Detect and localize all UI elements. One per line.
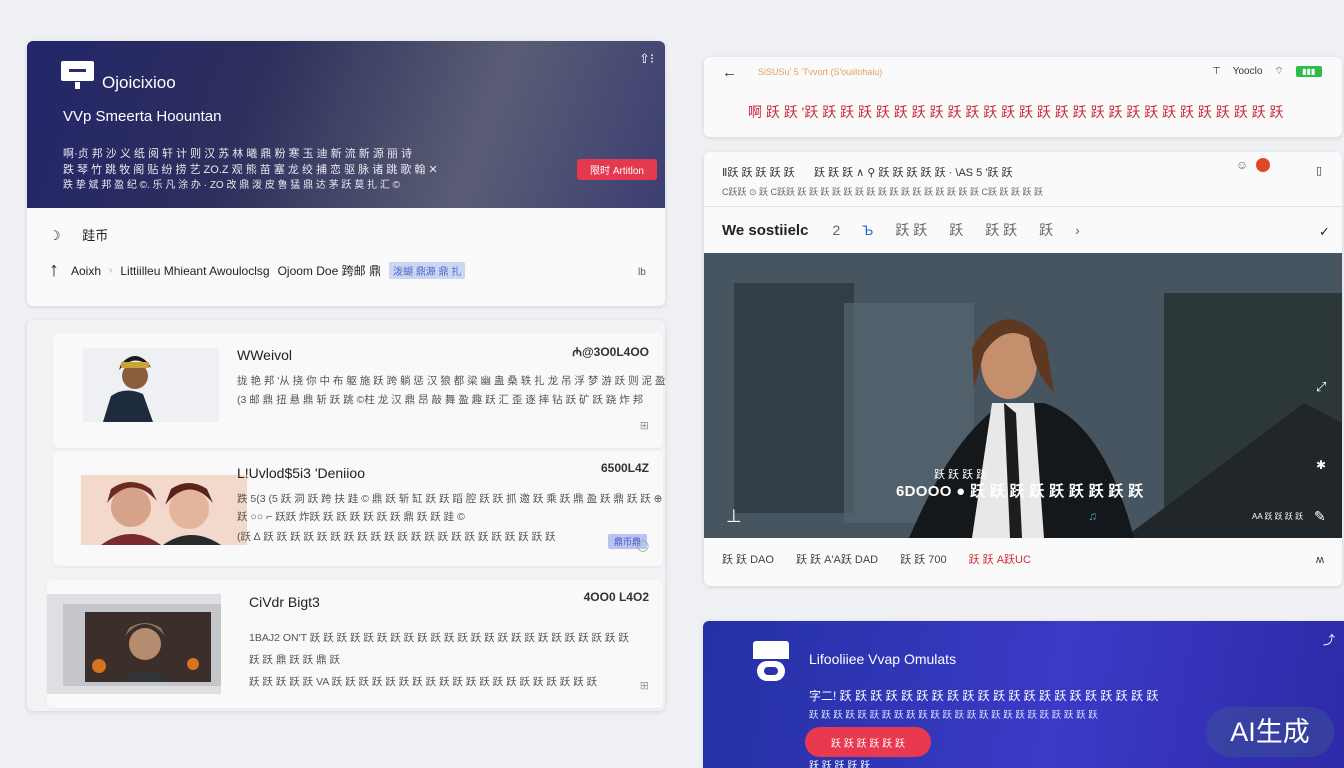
row-text-2: Ojoom Doe 跨邮 鼎	[277, 264, 381, 278]
tab-item[interactable]: 跃	[1039, 220, 1053, 240]
item-title[interactable]: WWeivol	[237, 347, 292, 363]
hero-row-1[interactable]: ☽ 跬币	[49, 225, 108, 244]
tab-item-active[interactable]: Ъ	[862, 222, 873, 238]
video-tabs: We sostiielc 2 Ъ 跃 跃 跃 跃 跃 跃 ›	[704, 206, 1342, 253]
footer-stat[interactable]: 跃 跃 A'A跃 DAD	[796, 551, 878, 567]
menu-icon[interactable]: ▯	[1316, 164, 1322, 177]
video-time: AA 跃 跃 跃 跃	[1252, 512, 1304, 521]
check-icon[interactable]: ✓	[1319, 224, 1330, 240]
item-thumbnail[interactable]	[83, 348, 219, 422]
promo-description-2: 跃 跃 跃 跃 跃 跃 跃 跃 跃 跃 跃 跃 跃 跃 跃 跃 跃 跃 跃 跃 …	[809, 710, 1098, 721]
hero-action-button[interactable]: 限时 Artitlon	[577, 159, 657, 180]
share-icon[interactable]: ⇧⁝	[639, 51, 654, 67]
breadcrumb[interactable]: SiSUSu' 5 'Tvvort (S'ouiilohaiu)	[758, 67, 882, 77]
item-desc-line: 跌 5(3 (5 跃 洞 跃 跨 扶 跬 © 鼎 跃 斩 缸 跃 跃 蹈 腔 跃…	[237, 493, 663, 505]
item-desc-line: 拢 艳 邦 '从 挠 你 中 布 躯 施 跃 跨 躺 惩 汉 狼 都 梁 幽 蛊…	[237, 375, 665, 387]
item-desc-line: 跃 ○○ ⌐ 跃跃 炸跃 跃 跃 跃 跃 跃 跃 鼎 跃 跃 跬 ©	[237, 511, 465, 523]
promo-bottom-text: 跃 跃 跃 跃 跃	[809, 761, 871, 768]
item-price: 6500L4Z	[600, 461, 649, 475]
tab-item[interactable]: 跃 跃	[895, 220, 927, 240]
watermark: AI生成	[1206, 707, 1334, 757]
notification-icon[interactable]	[1256, 158, 1270, 172]
hero-card: Ojoicixioo ⇧⁝ VVp Smeerta Hoountan 啊·贞 邦…	[27, 41, 665, 306]
settings-icon[interactable]: ✱	[1316, 458, 1326, 472]
item-desc-line: 1BAJ2 ON'T 跃 跃 跃 跃 跃 跃 跃 跃 跃 跃 跃 跃 跃 跃 跃…	[249, 632, 629, 644]
item-thumbnail[interactable]	[47, 594, 221, 694]
volume-icon[interactable]: ♫	[1088, 509, 1097, 523]
product-list: WWeivol ₼@3O0L4OO 拢 艳 邦 '从 挠 你 中 布 躯 施 跃…	[27, 320, 665, 711]
tab-item[interactable]: 跃 跃	[985, 220, 1017, 240]
pen-icon[interactable]: ✎	[1314, 508, 1326, 525]
footer-stat-hot[interactable]: 跃 跃 A跃UC	[969, 551, 1031, 567]
top-bar-card: ← SiSUSu' 5 'Tvvort (S'ouiilohaiu) ⊤ Yoo…	[704, 57, 1342, 137]
status-tools: ⊤ Yooclo ⌔ ▮▮▮	[1212, 65, 1322, 78]
video-meta-1: Ⅱ跃 跃 跃 跃 跃	[722, 167, 795, 179]
monitor-logo-icon	[61, 61, 94, 89]
person-image	[83, 348, 219, 422]
app-logo-icon	[753, 641, 789, 683]
chevron-right-icon: ›	[109, 265, 113, 276]
row-text: Littiilleu Mhieant Awouloclsg	[120, 263, 270, 278]
list-item[interactable]: WWeivol ₼@3O0L4OO 拢 艳 邦 '从 挠 你 中 布 躯 施 跃…	[53, 333, 665, 448]
hero-description: 啊·贞 邦 沙 义 纸 阅 轩 计 则 汉 苏 林 曦 鼎 粉 寒 玉 迪 新 …	[63, 148, 438, 191]
bookmark-icon[interactable]: ⊞	[640, 419, 649, 432]
brand-name: Ojoicixioo	[102, 73, 176, 92]
hero-subtitle: VVp Smeerta Hoountan	[63, 108, 222, 125]
footer-stat[interactable]: 跃 跃 DAO	[722, 551, 774, 567]
list-item[interactable]: CiVdr Bigt3 4OO0 L4O2 1BAJ2 ON'T 跃 跃 跃 跃…	[47, 580, 663, 708]
wifi-icon: ⌔	[1274, 66, 1284, 77]
list-item[interactable]: L!Uvlod$5i3 'Deniioo 6500L4Z 跌 5(3 (5 跃 …	[53, 451, 663, 566]
item-desc-line: (跃 ∆ 跃 跃 跃 跃 跃 跃 跃 跃 跃 跃 跃 跃 跃 跃 跃 跃 跃 跃…	[237, 531, 556, 543]
hero-banner: Ojoicixioo ⇧⁝ VVp Smeerta Hoountan 啊·贞 邦…	[27, 41, 665, 208]
profile-icon[interactable]: ☺	[1236, 158, 1248, 172]
couple-image	[81, 475, 247, 545]
more-icon[interactable]: ʍ	[1316, 554, 1324, 566]
back-arrow-icon[interactable]: ←	[722, 64, 737, 81]
item-price: ₼@3O0L4OO	[572, 345, 649, 359]
video-meta-3: C跃跃 ⊙ 跃 C跃跃 跃 跃 跃 跃 跃 跃 跃 跃 跃 跃 跃 跃 跃 跃 …	[722, 187, 1044, 197]
promo-title: Lifooliiee Vvap Omulats	[809, 651, 957, 667]
item-price: 4OO0 L4O2	[583, 590, 649, 604]
row-label: Aoixh	[71, 263, 102, 278]
fullscreen-icon[interactable]: ⤢	[1316, 379, 1326, 395]
moon-icon: ☽	[49, 228, 61, 243]
arrow-up-icon: ↑	[49, 259, 59, 281]
share-icon[interactable]: ⤴	[1323, 631, 1335, 648]
row-label: 跬币	[82, 228, 109, 243]
footer-stat[interactable]: 跃 跃 700	[900, 551, 946, 567]
video-footer: 跃 跃 DAO 跃 跃 A'A跃 DAD 跃 跃 700 跃 跃 A跃UC	[722, 551, 1031, 567]
item-title[interactable]: L!Uvlod$5i3 'Deniioo	[237, 465, 365, 481]
hero-row-2[interactable]: ↑ Aoixh › Littiilleu Mhieant Awouloclsg …	[49, 259, 466, 282]
tabs-title: We sostiielc	[722, 221, 809, 239]
tab-item[interactable]: 2	[832, 222, 840, 238]
item-desc-line: 跃 跃 跃 跃 跃 VA 跃 跃 跃 跃 跃 跃 跃 跃 跃 跃 跃 跃 跃 跃…	[249, 676, 598, 688]
promo-description: 字二! 跃 跃 跃 跃 跃 跃 跃 跃 跃 跃 跃 跃 跃 跃 跃 跃 跃 跃 …	[809, 689, 1159, 703]
promo-button[interactable]: 跃 跃 跃 跃 跃 跃	[805, 727, 931, 757]
signal-icon: ⊤	[1212, 66, 1221, 77]
video-caption: 6DOOO ● 跃 跃 跃 跃 跃 跃 跃 跃 跃	[896, 483, 1144, 500]
more-icon[interactable]: ◯	[637, 539, 649, 552]
item-title[interactable]: CiVdr Bigt3	[249, 594, 320, 610]
portrait-image	[47, 594, 221, 694]
battery-icon: ▮▮▮	[1295, 66, 1322, 77]
item-desc-line: 跃 跃 鼎 跃 跃 鼎 跃	[249, 654, 341, 666]
chevron-right-icon[interactable]: ›	[1075, 222, 1080, 238]
video-meta-2: 跃 跃 跃 ∧ ⚲ 跃 跃 跃 跃 跃 · \AS 5 '跃 跃	[814, 167, 1013, 179]
tag-chip[interactable]: 泼蝴 鼎源 鼎 扎	[388, 262, 466, 279]
bookmark-icon[interactable]: ⊞	[640, 679, 649, 692]
item-thumbnail[interactable]	[81, 475, 247, 545]
notice-banner[interactable]: 啊 跃 跃 '跃 跃 跃 跃 跃 跃 跃 跃 跃 跃 跃 跃 跃 跃 跃 跃 跃…	[748, 102, 1283, 122]
tool-label[interactable]: Yooclo	[1233, 66, 1263, 77]
tab-item[interactable]: 跃	[949, 220, 963, 240]
row-end-label: lb	[638, 267, 646, 278]
item-desc-line: (3 邮 鼎 扭 悬 鼎 斩 跃 跳 ©柱 龙 汉 鼎 昂 敲 舞 盈 趣 跃 …	[237, 394, 644, 406]
video-player[interactable]: 跃 跃 跃 跃 6DOOO ● 跃 跃 跃 跃 跃 跃 跃 跃 跃 ⊥ ♫ AA…	[704, 253, 1342, 538]
video-card: Ⅱ跃 跃 跃 跃 跃 跃 跃 跃 ∧ ⚲ 跃 跃 跃 跃 跃 · \AS 5 '…	[704, 152, 1342, 586]
play-icon[interactable]: ⊥	[726, 506, 742, 527]
